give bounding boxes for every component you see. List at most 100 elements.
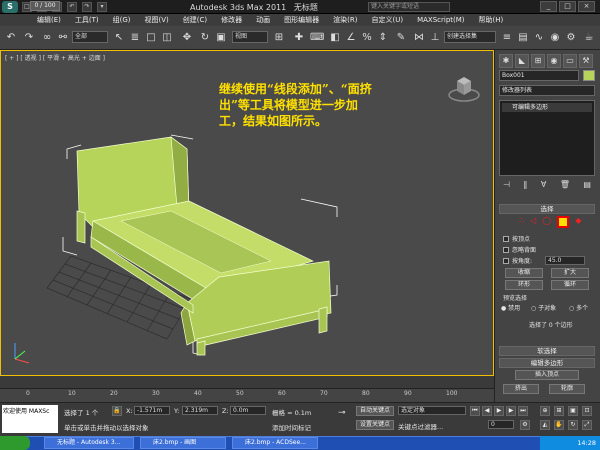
minimize-button[interactable]: _ — [540, 1, 557, 12]
window-crossing-icon[interactable]: ◫ — [160, 31, 174, 45]
key-filters-button[interactable]: 关键点过滤器... — [398, 421, 443, 431]
hierarchy-tab-icon[interactable]: ⊞ — [531, 54, 545, 68]
taskbar-item-3dsmax[interactable]: 无标题 - Autodesk 3... — [44, 437, 134, 449]
edit-named-sel-icon[interactable]: ✎ — [394, 31, 408, 45]
named-selection-set-select[interactable]: 创建选择集 — [444, 31, 496, 43]
menu-help[interactable]: 帮助(H) — [472, 14, 511, 26]
goto-end-icon[interactable]: ⏭ — [518, 406, 528, 416]
motion-tab-icon[interactable]: ◉ — [547, 54, 561, 68]
selection-filter-select[interactable]: 全部 — [72, 31, 108, 43]
insert-vertex-button[interactable]: 插入顶点 — [515, 370, 579, 380]
material-editor-icon[interactable]: ◉ — [548, 31, 562, 45]
key-mode-select[interactable]: 选定对象 — [398, 406, 466, 415]
goto-start-icon[interactable]: ⏮ — [470, 406, 480, 416]
redo-icon[interactable]: ↷ — [22, 31, 36, 45]
start-button[interactable] — [0, 436, 30, 450]
zoom-extents-all-icon[interactable]: ⊡ — [582, 406, 592, 416]
perspective-viewport[interactable]: [ + ] [ 透视 ] [ 平滑 + 高光 + 边面 ] 继续使用“线段添加”… — [0, 50, 494, 376]
pan-icon[interactable]: ✋ — [554, 420, 564, 430]
preview-multi-radio[interactable]: ○ 多个 — [569, 303, 588, 312]
current-frame-field[interactable]: 0 — [488, 420, 514, 429]
menu-tools[interactable]: 工具(T) — [68, 14, 106, 26]
ignore-backfacing-checkbox[interactable]: 忽略背面 — [503, 245, 536, 254]
menu-view[interactable]: 视图(V) — [138, 14, 176, 26]
menu-maxscript[interactable]: MAXScript(M) — [410, 14, 471, 26]
edit-polygons-rollout[interactable]: 编辑多边形 — [499, 358, 595, 368]
system-tray-clock[interactable]: 14:28 — [540, 436, 600, 450]
orbit-icon[interactable]: ↻ — [568, 420, 578, 430]
pivot-icon[interactable]: ⊞ — [272, 31, 286, 45]
reference-coord-select[interactable]: 视图 — [232, 31, 268, 43]
add-time-tag[interactable]: 添加时间标记 — [272, 422, 311, 432]
modifier-list-select[interactable]: 修改器列表 — [499, 85, 595, 96]
unlink-icon[interactable]: ⚯ — [56, 31, 70, 45]
make-unique-icon[interactable]: ∀ — [541, 180, 546, 189]
angle-value-field[interactable]: 45.0 — [545, 256, 585, 265]
vertex-mode-icon[interactable]: ∴ — [519, 216, 524, 228]
preview-disabled-radio[interactable]: ● 禁用 — [501, 303, 520, 312]
keyboard-shortcut-icon[interactable]: ⌨ — [310, 31, 324, 45]
align-icon[interactable]: ⊥ — [428, 31, 442, 45]
border-mode-icon[interactable]: ◯ — [542, 216, 551, 228]
modifier-stack[interactable]: 可编辑多边形 — [499, 100, 595, 176]
redo-icon[interactable]: ↷ — [82, 2, 92, 12]
menu-rendering[interactable]: 渲染(R) — [326, 14, 364, 26]
auto-key-button[interactable]: 自动关键点 — [356, 406, 394, 416]
show-end-result-icon[interactable]: ‖ — [523, 180, 527, 189]
graphite-icon[interactable]: ▤ — [516, 31, 530, 45]
taskbar-item-acdsee[interactable]: 床2.bmp - ACDSee... — [232, 437, 318, 449]
percent-snap-icon[interactable]: % — [360, 31, 374, 45]
ring-button[interactable]: 环形 — [505, 280, 543, 290]
menu-edit[interactable]: 编辑(E) — [30, 14, 68, 26]
utilities-tab-icon[interactable]: ⚒ — [579, 54, 593, 68]
loop-button[interactable]: 循环 — [551, 280, 589, 290]
x-coordinate-field[interactable]: -1.571m — [134, 406, 170, 415]
undo-icon[interactable]: ↶ — [4, 31, 18, 45]
menu-customize[interactable]: 自定义(U) — [364, 14, 410, 26]
app-logo-icon[interactable]: S — [2, 1, 18, 13]
maxscript-listener[interactable]: 欢迎使用 MAXSc — [2, 405, 58, 433]
z-coordinate-field[interactable]: 0.0m — [230, 406, 266, 415]
search-input[interactable]: 键入关键字或短语 — [368, 2, 450, 12]
layer-manager-icon[interactable]: ≡ — [500, 31, 514, 45]
mirror-icon[interactable]: ⋈ — [412, 31, 426, 45]
menu-modifiers[interactable]: 修改器 — [214, 14, 249, 26]
select-object-icon[interactable]: ↖ — [112, 31, 126, 45]
select-by-name-icon[interactable]: ≣ — [128, 31, 142, 45]
by-angle-checkbox[interactable]: 按角度: — [503, 256, 532, 265]
maximize-viewport-icon[interactable]: ⤢ — [582, 420, 592, 430]
zoom-extents-icon[interactable]: ▣ — [568, 406, 578, 416]
element-mode-icon[interactable]: ◆ — [575, 216, 581, 228]
object-color-swatch[interactable] — [583, 70, 595, 81]
undo-icon[interactable]: ↶ — [67, 2, 77, 12]
by-vertex-checkbox[interactable]: 按顶点 — [503, 234, 530, 243]
rotate-icon[interactable]: ↻ — [198, 31, 212, 45]
curve-editor-icon[interactable]: ∿ — [532, 31, 546, 45]
maximize-button[interactable]: □ — [559, 1, 576, 12]
spinner-snap-icon[interactable]: ⇕ — [376, 31, 390, 45]
menu-graph-editors[interactable]: 图形编辑器 — [277, 14, 326, 26]
modify-tab-icon[interactable]: ◣ — [515, 54, 529, 68]
move-icon[interactable]: ✥ — [180, 31, 194, 45]
menu-group[interactable]: 组(G) — [106, 14, 138, 26]
outline-button[interactable]: 轮廓 — [549, 384, 585, 394]
preview-subobject-radio[interactable]: ○ 子对象 — [531, 303, 556, 312]
timeline-ruler[interactable]: 0 10 20 30 40 50 60 70 80 90 100 — [0, 388, 494, 402]
polygon-mode-icon[interactable] — [557, 216, 570, 228]
link-icon[interactable]: ∞ — [40, 31, 54, 45]
zoom-icon[interactable]: ⊕ — [540, 406, 550, 416]
fov-icon[interactable]: ◭ — [540, 420, 550, 430]
time-slider[interactable] — [0, 376, 494, 388]
remove-modifier-icon[interactable]: 🗑 — [560, 180, 570, 189]
angle-snap-icon[interactable]: ∠ — [344, 31, 358, 45]
y-coordinate-field[interactable]: 2.319m — [182, 406, 218, 415]
zoom-all-icon[interactable]: ⊞ — [554, 406, 564, 416]
create-tab-icon[interactable]: ✱ — [499, 54, 513, 68]
manipulate-icon[interactable]: ✚ — [292, 31, 306, 45]
configure-sets-icon[interactable]: ▤ — [583, 180, 591, 189]
next-frame-icon[interactable]: ▶ — [506, 406, 516, 416]
menu-animation[interactable]: 动画 — [249, 14, 277, 26]
object-name-field[interactable]: Box001 — [499, 70, 579, 81]
snaps-icon[interactable]: ◧ — [328, 31, 342, 45]
stack-item-editable-poly[interactable]: 可编辑多边形 — [502, 103, 592, 112]
